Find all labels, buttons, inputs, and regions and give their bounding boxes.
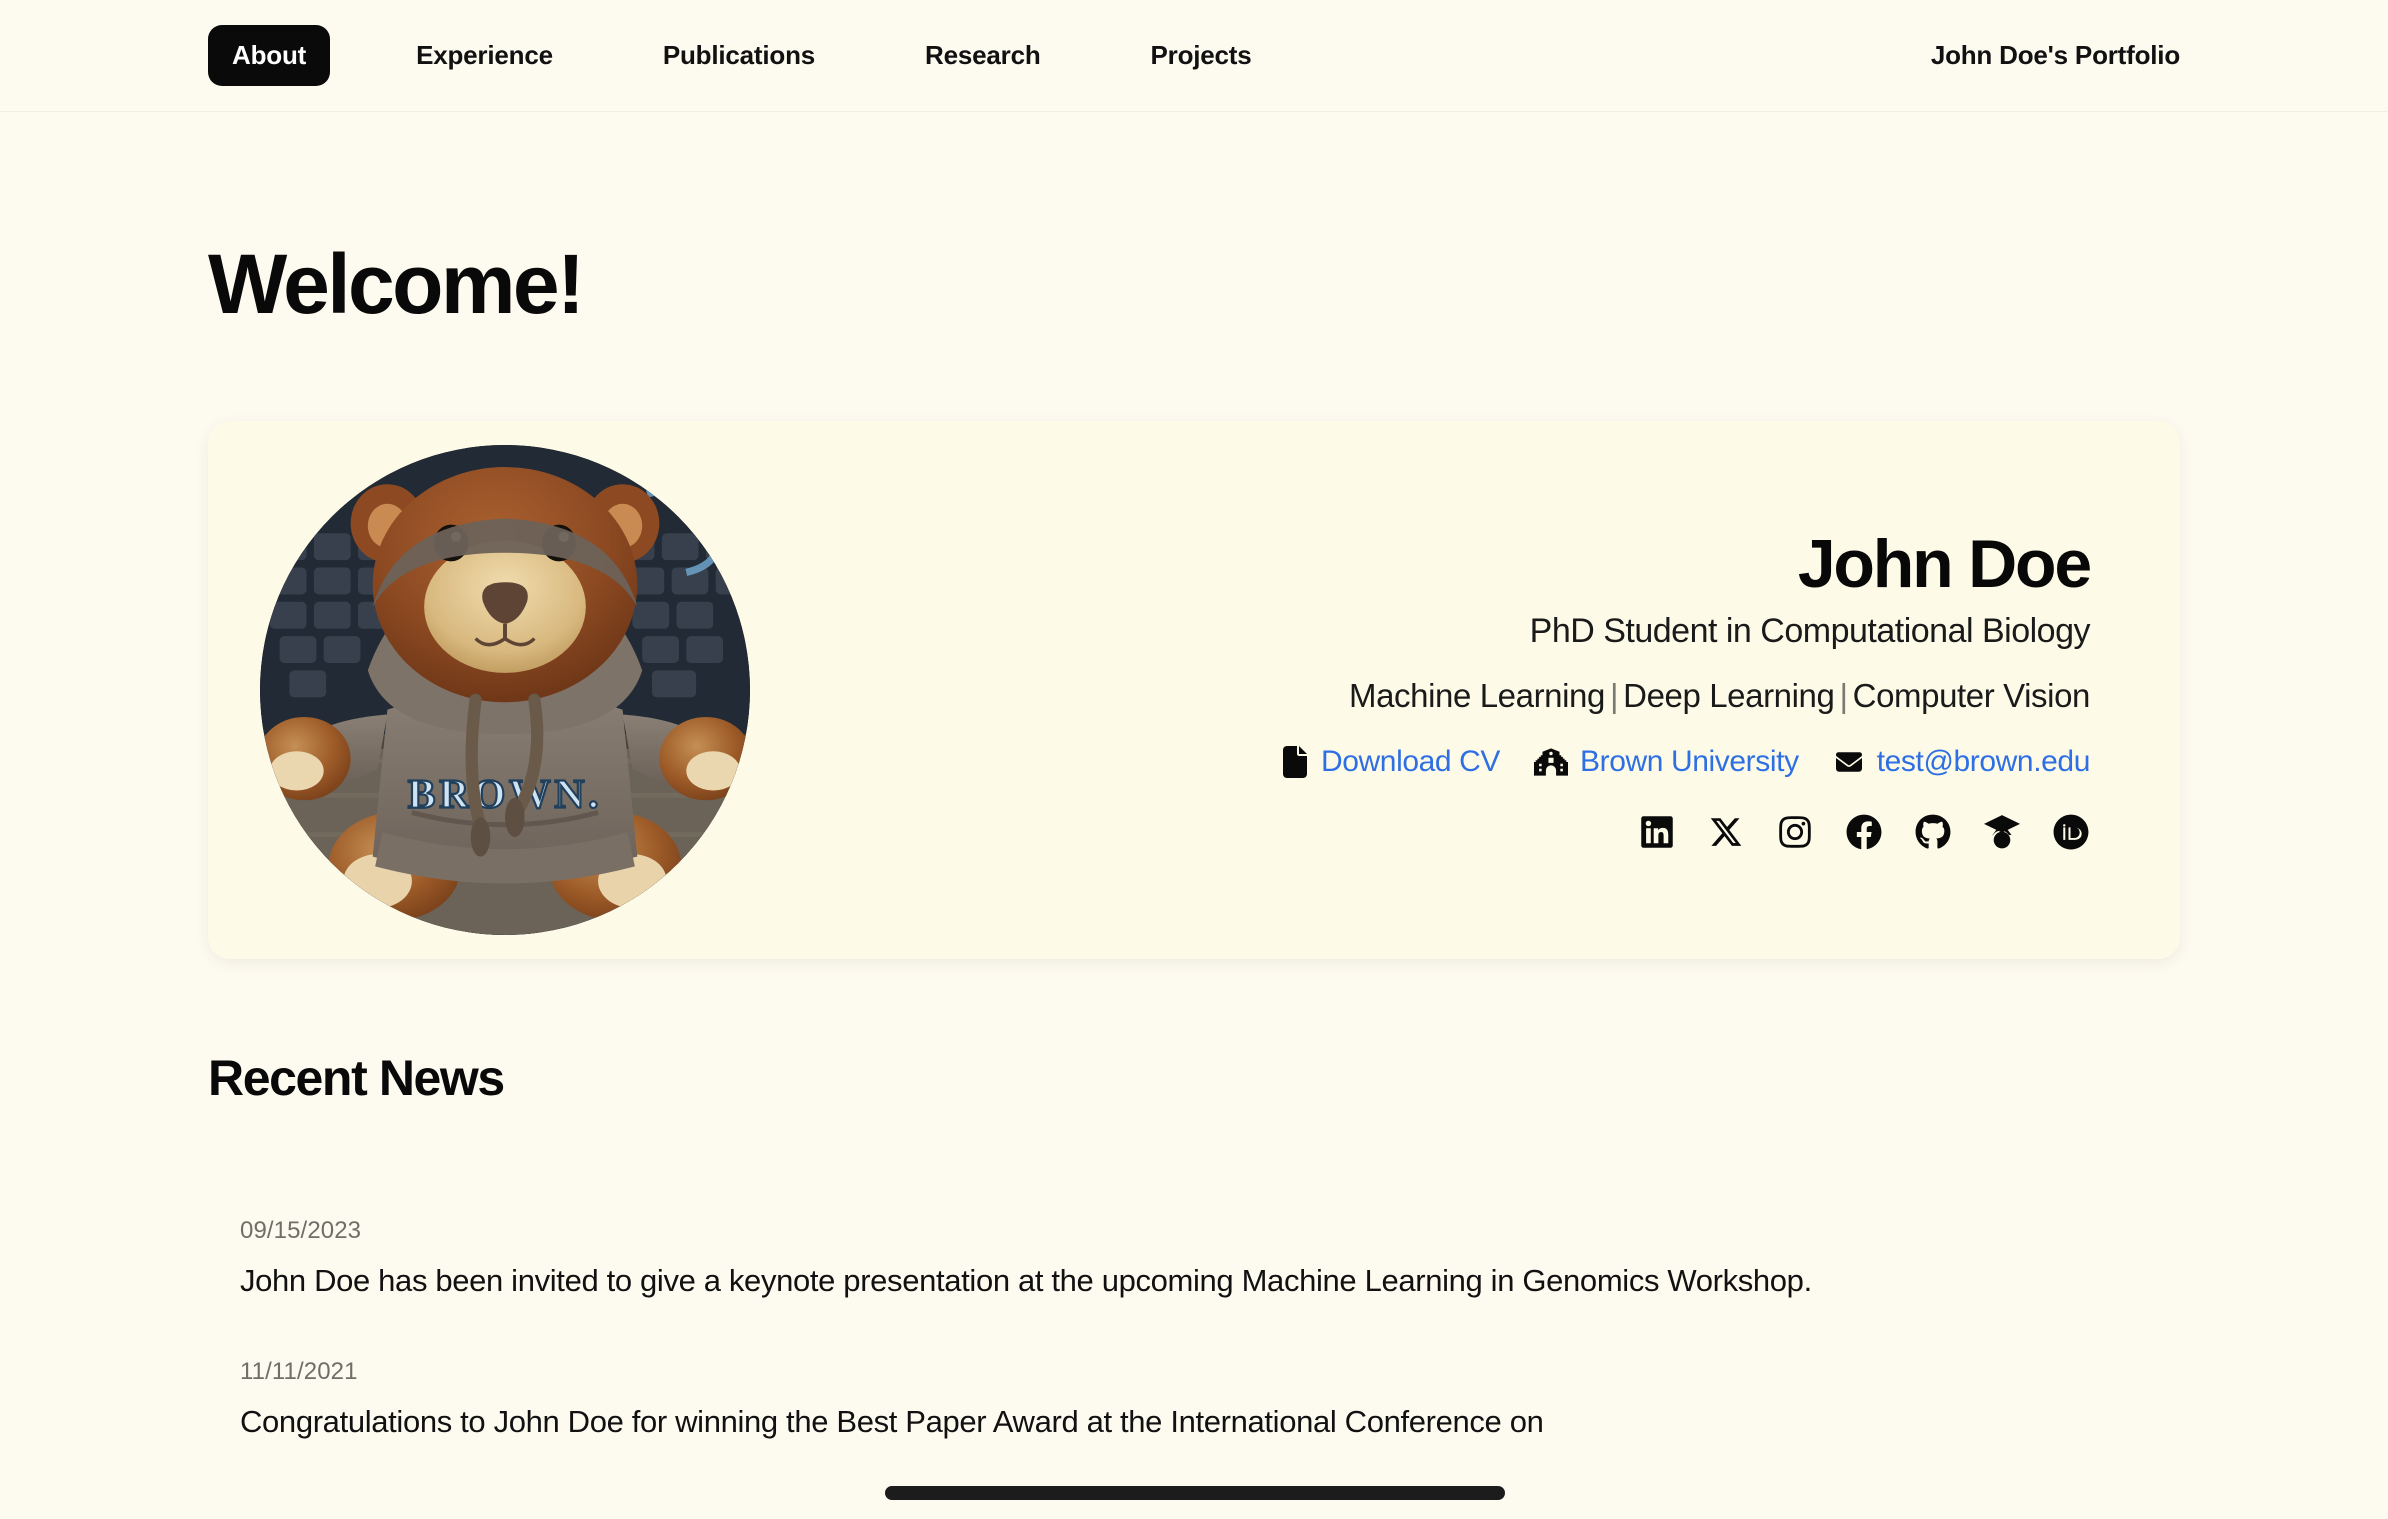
news-item-date: 11/11/2021	[240, 1357, 358, 1385]
linkedin-icon[interactable]	[1638, 813, 1676, 851]
news-item-text: John Doe has been invited to give a keyn…	[240, 1263, 1812, 1298]
download-cv-link[interactable]: Download CV	[1281, 745, 1500, 779]
svg-text:BROWN.: BROWN.	[408, 772, 602, 818]
recent-news-section: Recent News 09/15/2023 John Doe has been…	[208, 1049, 2180, 1440]
news-item: 09/15/2023 John Doe has been invited to …	[208, 1217, 2180, 1300]
page-title: Welcome!	[208, 237, 585, 331]
file-icon	[1281, 746, 1309, 779]
brown-university-label: Brown University	[1580, 745, 1799, 779]
news-item-text: Congratulations to John Doe for winning …	[240, 1403, 1544, 1439]
nav-item-experience[interactable]: Experience	[392, 25, 577, 86]
email-label: test@brown.edu	[1876, 745, 2091, 779]
x-twitter-icon[interactable]	[1707, 813, 1745, 851]
person-topics: Machine Learning | Deep Learning | Computer …	[750, 677, 2090, 715]
topic-separator: |	[1839, 677, 1848, 715]
nav-item-about[interactable]: About	[208, 25, 331, 86]
person-role: PhD Student in Computational Biology	[1529, 612, 2091, 651]
github-icon[interactable]	[1914, 813, 1952, 851]
profile-info: John Doe PhD Student in Computational Bi…	[750, 525, 2100, 851]
topic-deep-learning: Deep Learning	[1623, 677, 1835, 715]
social-links-row	[750, 813, 2090, 851]
download-cv-label: Download CV	[1320, 745, 1501, 779]
site-brand-title[interactable]: John Doe's Portfolio	[1931, 40, 2180, 71]
university-icon	[1534, 747, 1569, 777]
facebook-icon[interactable]	[1845, 813, 1883, 851]
profile-card: BROWN. John Doe PhD Student in Computati…	[208, 421, 2180, 959]
nav-links-group: About Experience Publications Research P…	[208, 25, 1276, 86]
news-item-date: 09/15/2023	[240, 1217, 362, 1244]
email-link[interactable]: test@brown.edu	[1833, 745, 2090, 779]
person-name: John Doe	[1797, 525, 2092, 602]
avatar: BROWN.	[260, 445, 750, 935]
news-item: 11/11/2021 Congratulations to John Doe f…	[208, 1358, 2180, 1441]
nav-item-projects[interactable]: Projects	[1127, 25, 1276, 86]
news-list: 09/15/2023 John Doe has been invited to …	[208, 1217, 2180, 1440]
topic-computer-vision: Computer Vision	[1852, 677, 2091, 715]
contact-links-row: Download CV Brown University test@brown.…	[750, 745, 2090, 779]
google-scholar-icon[interactable]	[1983, 813, 2021, 851]
nav-item-research[interactable]: Research	[901, 25, 1064, 86]
top-navigation-bar: About Experience Publications Research P…	[0, 0, 2388, 112]
recent-news-heading: Recent News	[208, 1050, 505, 1106]
envelope-icon	[1833, 749, 1865, 775]
horizontal-scrollbar-thumb[interactable]	[885, 1486, 1505, 1500]
orcid-icon[interactable]	[2052, 813, 2090, 851]
instagram-icon[interactable]	[1776, 813, 1814, 851]
page-content: Welcome! BROWN. John Doe PhD Student in …	[0, 242, 2388, 1440]
brown-university-link[interactable]: Brown University	[1534, 745, 1799, 779]
topic-separator: |	[1609, 677, 1619, 715]
topic-machine-learning: Machine Learning	[1349, 677, 1605, 715]
nav-item-publications[interactable]: Publications	[639, 25, 839, 86]
